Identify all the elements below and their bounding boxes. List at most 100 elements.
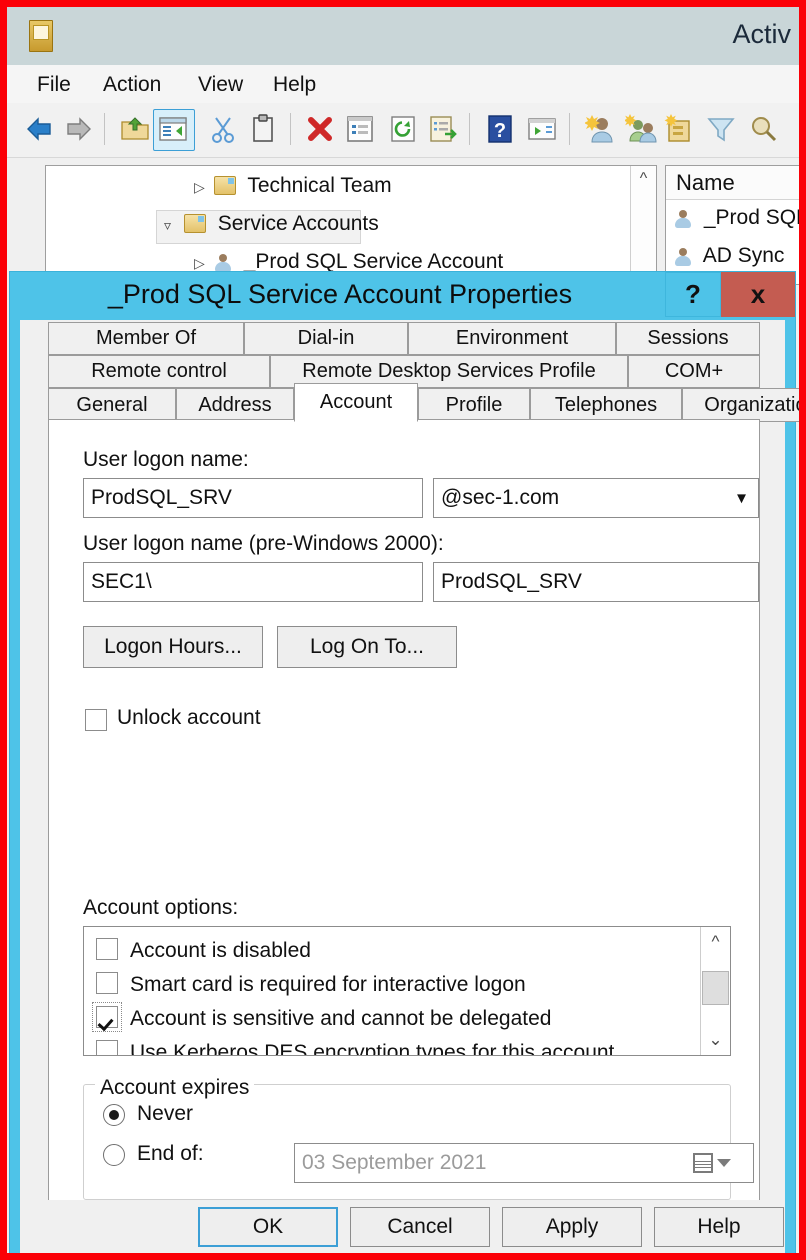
scrollbar-thumb[interactable] — [702, 971, 729, 1005]
help-icon[interactable]: ? — [484, 113, 516, 145]
scroll-up-icon[interactable]: ^ — [701, 927, 730, 957]
dialog-body: Member Of Dial-in Environment Sessions R… — [20, 320, 806, 1244]
column-header-label: Name — [676, 170, 735, 195]
new-user-icon[interactable] — [585, 113, 617, 145]
scroll-up-icon[interactable]: ^ — [631, 166, 656, 192]
help-button[interactable]: Help — [654, 1207, 784, 1247]
export-list-icon[interactable] — [427, 113, 459, 145]
ok-button[interactable]: OK — [198, 1207, 338, 1247]
find-icon[interactable] — [747, 113, 779, 145]
chevron-down-icon[interactable]: ▾ — [737, 488, 746, 509]
filter-icon[interactable] — [705, 113, 737, 145]
account-expires-legend: Account expires — [95, 1076, 255, 1100]
ou-folder-icon — [183, 214, 206, 233]
menu-view[interactable]: View — [190, 71, 251, 99]
delete-icon[interactable] — [304, 113, 336, 145]
account-option-checkbox[interactable] — [96, 1006, 118, 1028]
console-tree-pane: ▷ Technical Team ▿ Service Accounts ▷ _P… — [45, 165, 657, 285]
tab-sessions[interactable]: Sessions — [616, 322, 760, 355]
upn-suffix-select[interactable]: @sec-1.com ▾ — [433, 478, 759, 518]
pre-windows-2000-name-input[interactable]: ProdSQL_SRV — [433, 562, 759, 602]
user-logon-name-input[interactable]: ProdSQL_SRV — [83, 478, 423, 518]
scroll-down-icon[interactable]: ⌄ — [701, 1025, 730, 1055]
window-title: Activ — [732, 19, 791, 49]
tab-environment[interactable]: Environment — [408, 322, 616, 355]
tab-general[interactable]: General — [48, 388, 176, 422]
tree-item-label: Service Accounts — [217, 212, 379, 235]
apply-button[interactable]: Apply — [502, 1207, 642, 1247]
cancel-button[interactable]: Cancel — [350, 1207, 490, 1247]
new-group-icon[interactable] — [625, 113, 657, 145]
account-option-label: Smart card is required for interactive l… — [130, 973, 526, 996]
log-on-to-button[interactable]: Log On To... — [277, 626, 457, 668]
properties-icon[interactable] — [344, 113, 376, 145]
expires-end-of-label: End of: — [137, 1142, 204, 1165]
menu-file[interactable]: File — [29, 71, 79, 99]
properties-dialog: _Prod SQL Service Account Properties ? x… — [10, 272, 806, 1254]
toolbar-separator — [290, 113, 291, 145]
unlock-account-label: Unlock account — [117, 706, 261, 729]
expires-never-label: Never — [137, 1102, 194, 1125]
help-button[interactable]: ? — [665, 272, 721, 317]
upn-suffix-value: @sec-1.com — [441, 486, 560, 509]
unlock-account-checkbox[interactable] — [85, 709, 107, 731]
expires-never-radio[interactable] — [103, 1104, 125, 1126]
show-hide-console-tree-icon[interactable] — [157, 113, 189, 145]
toolbar-separator — [569, 113, 570, 145]
chevron-right-icon[interactable]: ▷ — [194, 179, 208, 196]
tab-member-of[interactable]: Member Of — [48, 322, 244, 355]
tab-organization[interactable]: Organization — [682, 388, 806, 422]
user-icon — [674, 248, 692, 266]
column-header-name[interactable]: Name — [666, 166, 799, 200]
account-options-scrollbar[interactable]: ^ ⌄ — [700, 927, 730, 1055]
list-item[interactable]: _Prod SQL — [674, 206, 799, 236]
user-logon-name-label: User logon name: — [83, 448, 249, 471]
menu-bar: File Action View Help — [7, 65, 799, 104]
tab-strip: Member Of Dial-in Environment Sessions R… — [48, 320, 806, 422]
tree-item-label: _Prod SQL Service Account — [243, 250, 504, 273]
details-list-pane: Name _Prod SQL AD Sync — [665, 165, 799, 285]
chevron-down-icon[interactable]: ▿ — [164, 217, 178, 234]
tab-telephones[interactable]: Telephones — [530, 388, 682, 422]
dialog-button-bar: OK Cancel Apply Help — [20, 1200, 785, 1254]
account-option-checkbox[interactable] — [96, 938, 118, 960]
tab-profile[interactable]: Profile — [418, 388, 530, 422]
svg-text:?: ? — [494, 120, 506, 142]
cut-icon[interactable] — [207, 113, 239, 145]
pre-windows-2000-domain-input[interactable]: SEC1\ — [83, 562, 423, 602]
account-option-checkbox[interactable] — [96, 972, 118, 994]
close-button[interactable]: x — [721, 272, 795, 317]
new-ou-icon[interactable] — [663, 113, 695, 145]
up-folder-icon[interactable] — [119, 113, 151, 145]
chevron-right-icon[interactable]: ▷ — [194, 255, 208, 272]
back-arrow-icon[interactable] — [24, 113, 56, 145]
tab-account[interactable]: Account — [294, 383, 418, 422]
tree-scrollbar[interactable]: ^ — [630, 166, 656, 284]
tab-dial-in[interactable]: Dial-in — [244, 322, 408, 355]
forward-arrow-icon[interactable] — [62, 113, 94, 145]
list-item[interactable]: AD Sync — [674, 244, 784, 274]
expires-end-of-radio[interactable] — [103, 1144, 125, 1166]
menu-help[interactable]: Help — [265, 71, 324, 99]
paste-icon[interactable] — [247, 113, 279, 145]
chevron-down-icon[interactable] — [717, 1159, 731, 1167]
account-options-listbox[interactable]: Account is disabled Smart card is requir… — [83, 926, 731, 1056]
tab-com-plus[interactable]: COM+ — [628, 355, 760, 388]
show-hide-action-pane-icon[interactable] — [526, 113, 558, 145]
logon-hours-button[interactable]: Logon Hours... — [83, 626, 263, 668]
account-option-label: Account is disabled — [130, 939, 311, 962]
list-item-label: _Prod SQL — [703, 206, 799, 229]
tab-address[interactable]: Address — [176, 388, 294, 422]
account-option-checkbox[interactable] — [96, 1040, 118, 1055]
menu-action[interactable]: Action — [95, 71, 169, 99]
refresh-icon[interactable] — [387, 113, 419, 145]
list-item-label: AD Sync — [702, 244, 785, 267]
tree-item-service-accounts[interactable]: ▿ Service Accounts — [164, 212, 379, 246]
dialog-titlebar[interactable]: _Prod SQL Service Account Properties ? x — [10, 272, 795, 320]
tree-item-technical-team[interactable]: ▷ Technical Team — [194, 174, 392, 208]
expires-date-input[interactable]: 03 September 2021 — [294, 1143, 754, 1183]
account-option-label: Use Kerberos DES encryption types for th… — [130, 1041, 615, 1055]
tab-remote-control[interactable]: Remote control — [48, 355, 270, 388]
calendar-icon[interactable] — [693, 1153, 713, 1173]
tab-page-account: User logon name: ProdSQL_SRV @sec-1.com … — [48, 419, 760, 1208]
